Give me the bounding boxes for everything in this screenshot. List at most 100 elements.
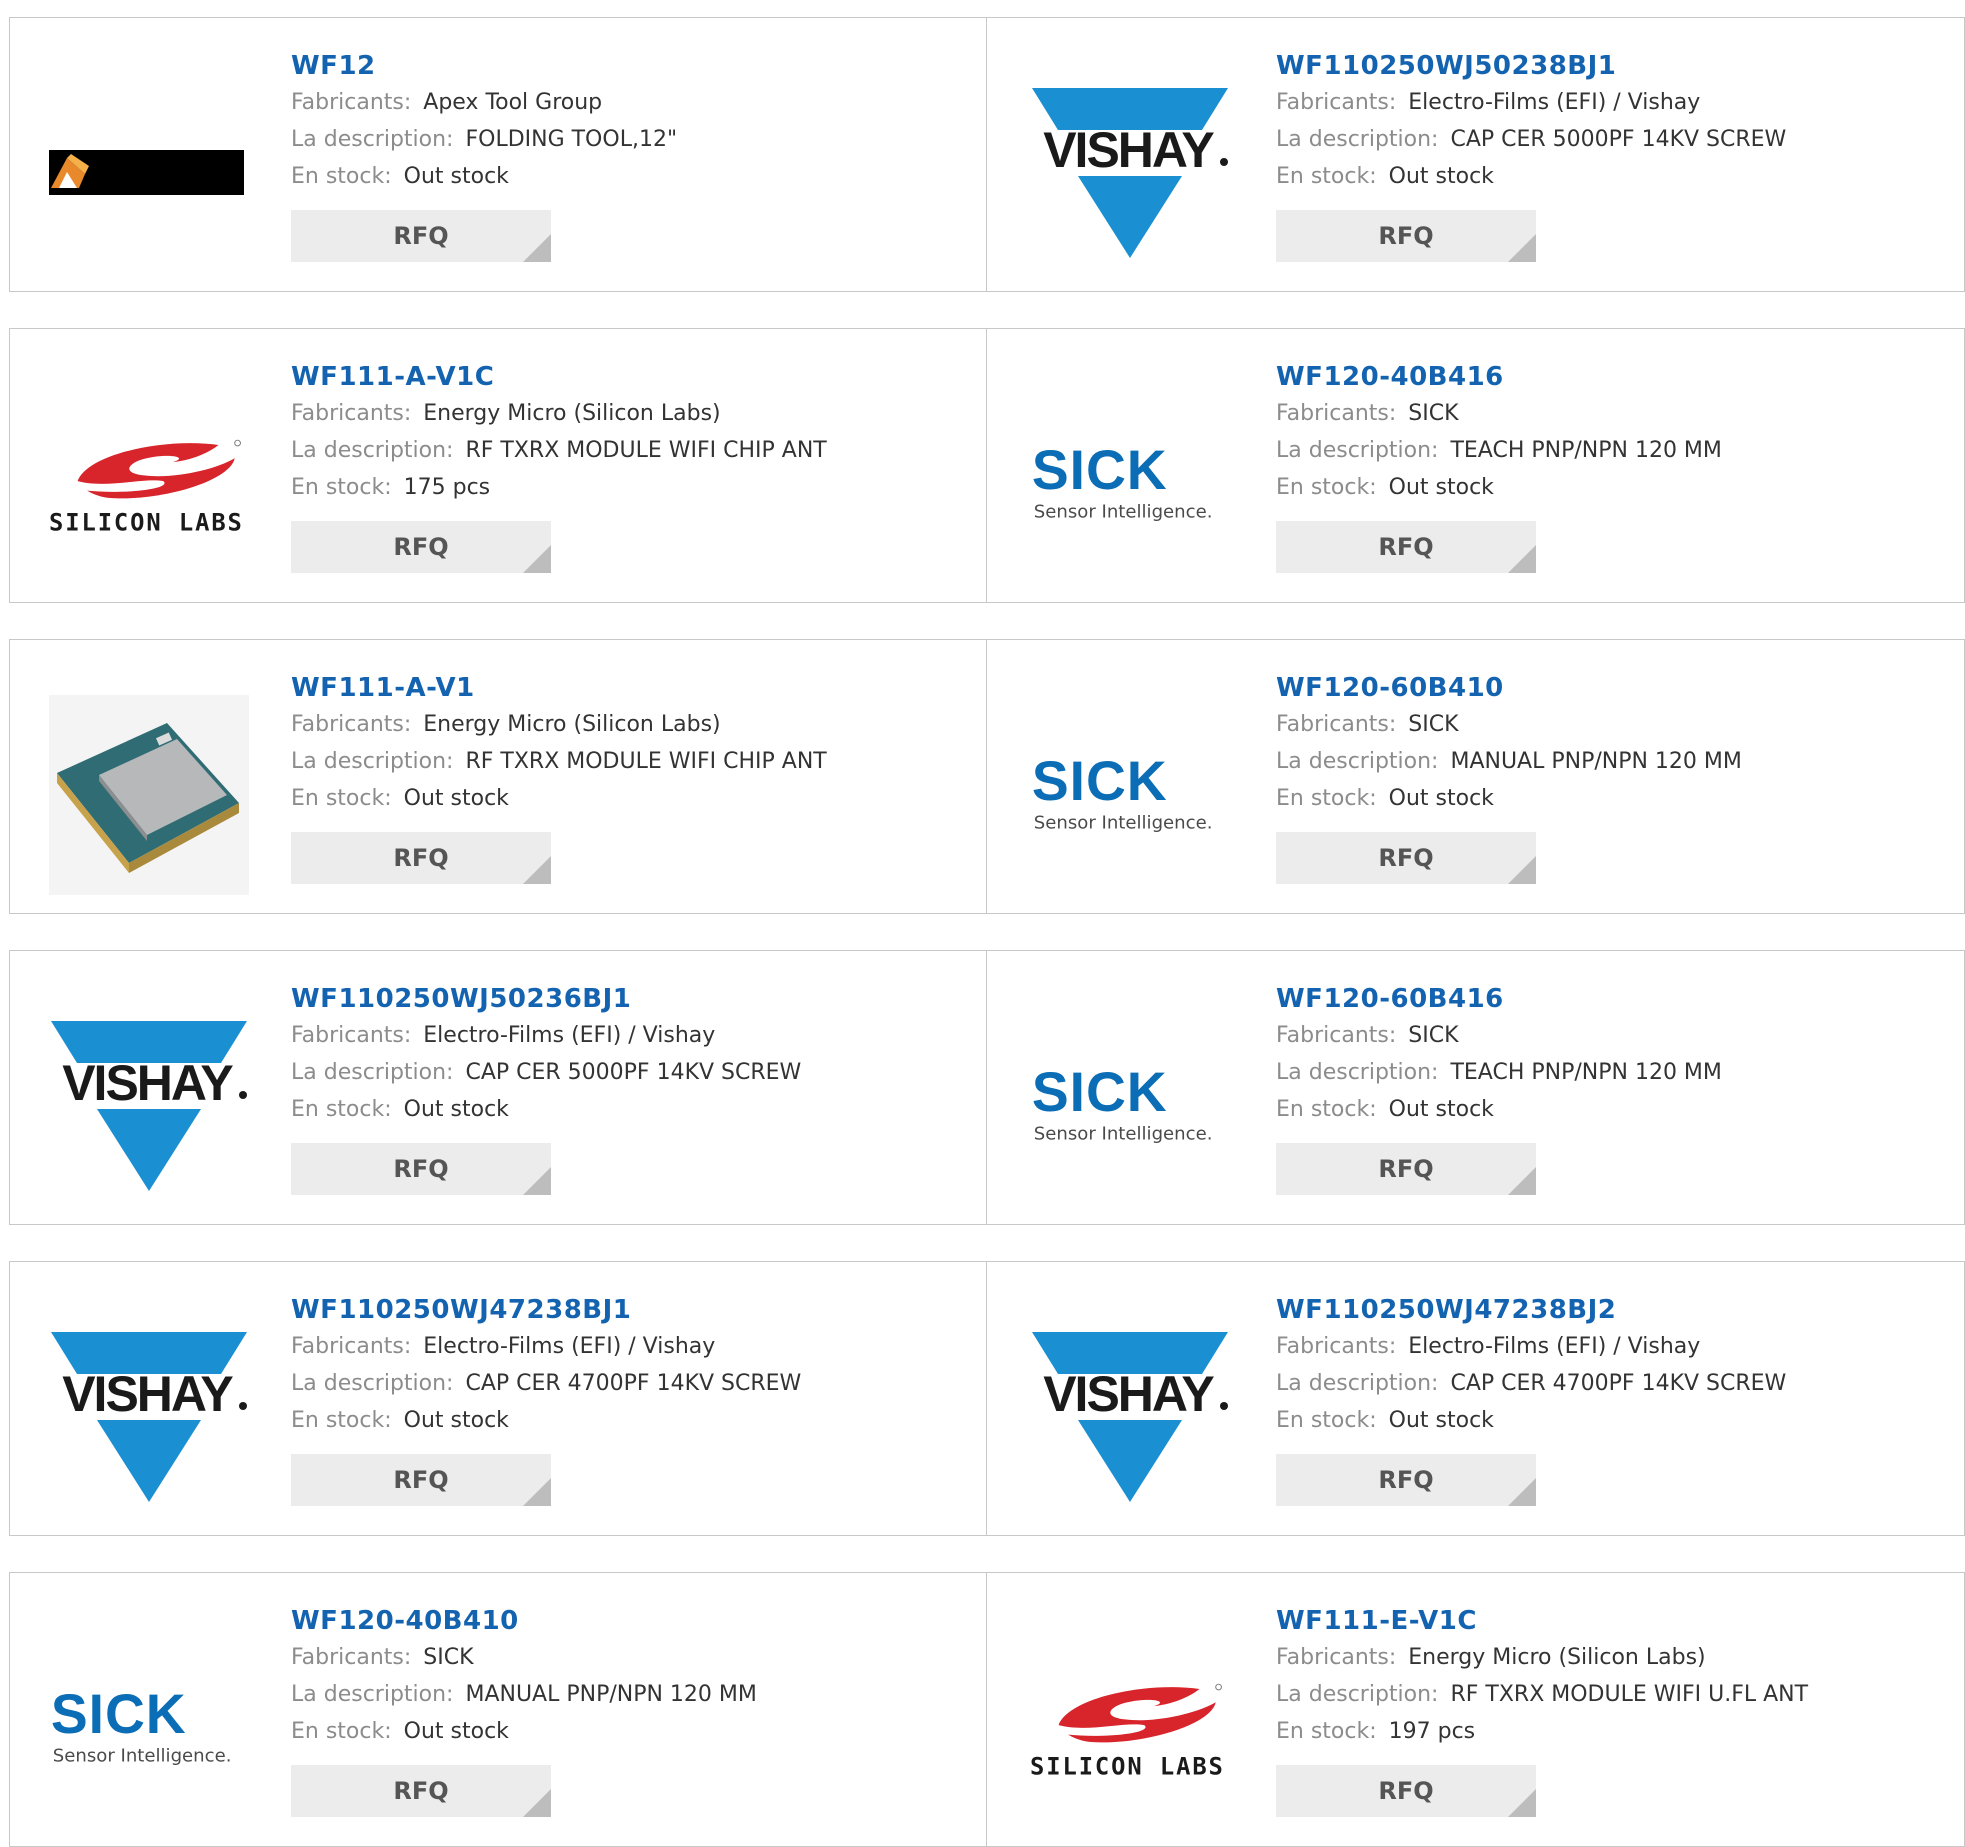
stock-line: En stock: Out stock bbox=[291, 1402, 971, 1439]
part-number-link[interactable]: WF120-60B416 bbox=[1276, 981, 1956, 1017]
stock-value: Out stock bbox=[1388, 786, 1494, 811]
rfq-button[interactable]: RFQ bbox=[291, 1765, 551, 1817]
silicon-labs-logo[interactable]: SILICON LABS bbox=[1030, 1628, 1230, 1828]
corner-triangle-icon bbox=[523, 234, 551, 262]
vishay-logo-text: VISHAY bbox=[62, 1055, 233, 1111]
sick-logo[interactable]: SICK Sensor Intelligence. bbox=[1030, 695, 1230, 895]
stock-value: Out stock bbox=[1388, 1408, 1494, 1433]
sick-logo[interactable]: SICK Sensor Intelligence. bbox=[49, 1628, 249, 1828]
description-label: La description: bbox=[1276, 749, 1439, 774]
sick-logo-text: SICK bbox=[1032, 439, 1168, 501]
module-photo[interactable] bbox=[49, 695, 249, 895]
rfq-button[interactable]: RFQ bbox=[1276, 1454, 1536, 1506]
rfq-button-label[interactable]: RFQ bbox=[1378, 1777, 1433, 1805]
description-value: MANUAL PNP/NPN 120 MM bbox=[1450, 749, 1742, 774]
rfq-button-label[interactable]: RFQ bbox=[393, 844, 448, 872]
product-card: SICK Sensor Intelligence. WF120-60B410 F… bbox=[987, 640, 1965, 913]
manufacturer-line: Fabricants: Energy Micro (Silicon Labs) bbox=[1276, 1639, 1956, 1676]
stock-line: En stock: Out stock bbox=[1276, 469, 1956, 506]
manufacturer-value: Energy Micro (Silicon Labs) bbox=[423, 712, 721, 737]
rfq-button-label[interactable]: RFQ bbox=[1378, 222, 1433, 250]
sick-logo-text: SICK bbox=[51, 1683, 187, 1745]
manufacturer-label: Fabricants: bbox=[1276, 1645, 1397, 1670]
rfq-button-label[interactable]: RFQ bbox=[393, 1155, 448, 1183]
product-info: WF120-60B410 Fabricants: SICK La descript… bbox=[1276, 670, 1956, 884]
part-number-link[interactable]: WF110250WJ50236BJ1 bbox=[291, 981, 971, 1017]
vishay-logo[interactable]: VISHAY bbox=[1030, 1317, 1230, 1517]
product-info: WF120-60B416 Fabricants: SICK La descript… bbox=[1276, 981, 1956, 1195]
rfq-button[interactable]: RFQ bbox=[291, 210, 551, 262]
vishay-logo[interactable]: VISHAY bbox=[49, 1317, 249, 1517]
part-number-link[interactable]: WF111-A-V1C bbox=[291, 359, 971, 395]
manufacturer-value: SICK bbox=[1408, 401, 1459, 426]
part-number-link[interactable]: WF110250WJ47238BJ2 bbox=[1276, 1292, 1956, 1328]
rfq-button-label[interactable]: RFQ bbox=[393, 533, 448, 561]
description-line: La description: MANUAL PNP/NPN 120 MM bbox=[291, 1676, 971, 1713]
rfq-button-label[interactable]: RFQ bbox=[393, 222, 448, 250]
part-number-link[interactable]: WF110250WJ47238BJ1 bbox=[291, 1292, 971, 1328]
description-value: FOLDING TOOL,12" bbox=[465, 127, 678, 152]
sick-logo[interactable]: SICK Sensor Intelligence. bbox=[1030, 384, 1230, 584]
rfq-button[interactable]: RFQ bbox=[1276, 832, 1536, 884]
part-number-link[interactable]: WF120-40B410 bbox=[291, 1603, 971, 1639]
manufacturer-line: Fabricants: Energy Micro (Silicon Labs) bbox=[291, 706, 971, 743]
description-value: CAP CER 4700PF 14KV SCREW bbox=[1450, 1371, 1787, 1396]
product-grid: WF12 Fabricants: Apex Tool Group La descr… bbox=[0, 0, 1965, 1847]
apex-logo[interactable] bbox=[49, 73, 249, 273]
stock-value: 175 pcs bbox=[403, 475, 491, 500]
silicon-labs-logo[interactable]: SILICON LABS bbox=[49, 384, 249, 584]
rfq-button-label[interactable]: RFQ bbox=[1378, 533, 1433, 561]
manufacturer-line: Fabricants: SICK bbox=[1276, 1017, 1956, 1054]
rfq-button-label[interactable]: RFQ bbox=[393, 1777, 448, 1805]
product-info: WF12 Fabricants: Apex Tool Group La descr… bbox=[291, 48, 971, 262]
vishay-logo[interactable]: VISHAY bbox=[1030, 73, 1230, 273]
part-number-link[interactable]: WF120-40B416 bbox=[1276, 359, 1956, 395]
description-line: La description: RF TXRX MODULE WIFI U.FL … bbox=[1276, 1676, 1956, 1713]
rfq-button[interactable]: RFQ bbox=[291, 521, 551, 573]
stock-label: En stock: bbox=[1276, 164, 1377, 189]
product-card: VISHAY WF110250WJ47238BJ1 Fabricants: Ele… bbox=[10, 1262, 987, 1535]
rfq-button[interactable]: RFQ bbox=[291, 1143, 551, 1195]
product-info: WF110250WJ50238BJ1 Fabricants: Electro-Fi… bbox=[1276, 48, 1956, 262]
rfq-button[interactable]: RFQ bbox=[291, 1454, 551, 1506]
description-label: La description: bbox=[291, 438, 454, 463]
product-card: SILICON LABS WF111-A-V1C Fabricants: Ener… bbox=[10, 329, 987, 602]
product-info: WF110250WJ47238BJ2 Fabricants: Electro-Fi… bbox=[1276, 1292, 1956, 1506]
product-row: SICK Sensor Intelligence. WF120-40B410 F… bbox=[9, 1572, 1965, 1847]
rfq-button[interactable]: RFQ bbox=[291, 832, 551, 884]
product-card: VISHAY WF110250WJ50236BJ1 Fabricants: Ele… bbox=[10, 951, 987, 1224]
description-value: CAP CER 5000PF 14KV SCREW bbox=[465, 1060, 802, 1085]
description-value: CAP CER 5000PF 14KV SCREW bbox=[1450, 127, 1787, 152]
manufacturer-label: Fabricants: bbox=[1276, 401, 1397, 426]
part-number-link[interactable]: WF111-E-V1C bbox=[1276, 1603, 1956, 1639]
rfq-button[interactable]: RFQ bbox=[1276, 521, 1536, 573]
part-number-link[interactable]: WF111-A-V1 bbox=[291, 670, 971, 706]
rfq-button[interactable]: RFQ bbox=[1276, 210, 1536, 262]
part-number-link[interactable]: WF110250WJ50238BJ1 bbox=[1276, 48, 1956, 84]
sick-logo-tagline: Sensor Intelligence. bbox=[1034, 1123, 1213, 1144]
rfq-button[interactable]: RFQ bbox=[1276, 1765, 1536, 1817]
stock-line: En stock: Out stock bbox=[1276, 1402, 1956, 1439]
product-info: WF111-A-V1C Fabricants: Energy Micro (Sil… bbox=[291, 359, 971, 573]
silicon-labs-logo-text: SILICON LABS bbox=[1030, 1753, 1225, 1781]
silicon-labs-logo-text: SILICON LABS bbox=[49, 509, 244, 537]
stock-value: Out stock bbox=[1388, 475, 1494, 500]
vishay-logo[interactable]: VISHAY bbox=[49, 1006, 249, 1206]
description-value: RF TXRX MODULE WIFI CHIP ANT bbox=[465, 749, 827, 774]
corner-triangle-icon bbox=[1508, 1167, 1536, 1195]
part-number-link[interactable]: WF120-60B410 bbox=[1276, 670, 1956, 706]
stock-label: En stock: bbox=[1276, 1097, 1377, 1122]
rfq-button-label[interactable]: RFQ bbox=[1378, 1155, 1433, 1183]
description-line: La description: TEACH PNP/NPN 120 MM bbox=[1276, 1054, 1956, 1091]
sick-logo-tagline: Sensor Intelligence. bbox=[1034, 812, 1213, 833]
rfq-button-label[interactable]: RFQ bbox=[393, 1466, 448, 1494]
sick-logo[interactable]: SICK Sensor Intelligence. bbox=[1030, 1006, 1230, 1206]
corner-triangle-icon bbox=[523, 1789, 551, 1817]
manufacturer-label: Fabricants: bbox=[291, 1645, 412, 1670]
rfq-button-label[interactable]: RFQ bbox=[1378, 1466, 1433, 1494]
part-number-link[interactable]: WF12 bbox=[291, 48, 971, 84]
stock-value: Out stock bbox=[1388, 164, 1494, 189]
product-card: SICK Sensor Intelligence. WF120-40B410 F… bbox=[10, 1573, 987, 1846]
rfq-button[interactable]: RFQ bbox=[1276, 1143, 1536, 1195]
rfq-button-label[interactable]: RFQ bbox=[1378, 844, 1433, 872]
